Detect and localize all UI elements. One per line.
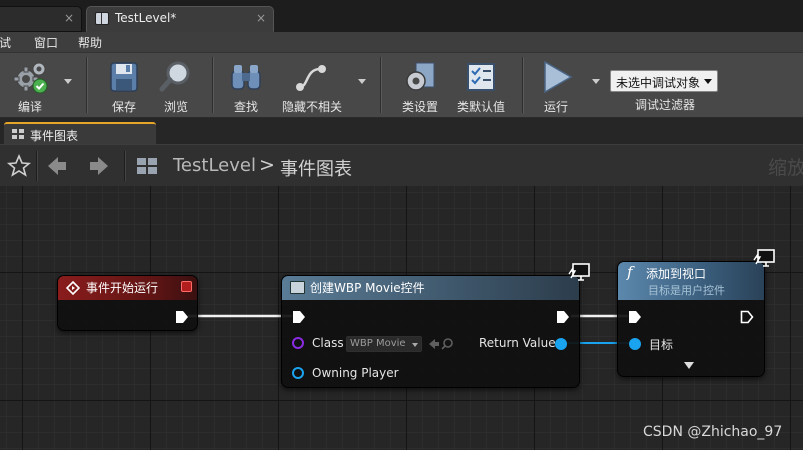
gear-doc-icon (406, 62, 435, 91)
class-pin[interactable] (292, 337, 304, 349)
find-button[interactable]: 查找 (222, 55, 270, 115)
hide-unrelated-label: 隐藏不相关 (281, 100, 342, 114)
class-pin-label: Class (312, 336, 344, 350)
forward-arrow-icon[interactable] (86, 152, 112, 180)
node-header: f 添加到视口 目标是用户控件 (618, 262, 764, 300)
breadcrumb-separator: > (259, 154, 275, 176)
debug-object-value: 未选中调试对象 (616, 76, 701, 90)
magnifier-icon (159, 61, 190, 92)
play-icon (544, 60, 573, 94)
graph-header: TestLevel > 事件图表 缩放 (0, 144, 803, 186)
hide-unrelated-button[interactable]: 隐藏不相关 (278, 55, 346, 115)
title-bar: × TestLevel* × (0, 0, 803, 32)
menu-bar: 试 窗口 帮助 (0, 32, 803, 52)
menu-window[interactable]: 窗口 (34, 34, 58, 51)
checklist-icon (467, 63, 495, 91)
owning-player-label: Owning Player (312, 366, 399, 380)
class-defaults-label: 类默认值 (456, 100, 505, 114)
class-select[interactable]: WBP Movie (346, 336, 422, 352)
close-icon[interactable]: × (64, 11, 74, 25)
tab-event-graph[interactable]: 事件图表 (4, 122, 156, 144)
panel-tab-strip: 事件图表 (0, 118, 803, 144)
target-pin-label: 目标 (649, 338, 674, 352)
node-subtitle: 目标是用户控件 (648, 284, 725, 297)
compile-label: 编译 (17, 100, 42, 114)
zoom-indicator: 缩放 (768, 157, 803, 179)
exec-out-pin[interactable] (175, 310, 189, 324)
event-diamond-icon (66, 281, 80, 295)
save-icon (110, 62, 138, 92)
save-label: 保存 (111, 100, 136, 114)
node-title: 添加到视口 (646, 267, 707, 281)
compile-icon (13, 62, 48, 94)
compile-options-arrow[interactable] (64, 79, 72, 84)
function-icon: f (627, 263, 633, 281)
owning-player-pin[interactable] (292, 367, 304, 379)
use-browse-icons[interactable] (427, 337, 455, 351)
run-button[interactable]: 运行 (530, 55, 582, 115)
node-event-begin-play[interactable]: 事件开始运行 (57, 275, 198, 331)
node-header: 创建WBP Movie控件 (282, 276, 579, 300)
watermark: CSDN @Zhichao_97 (643, 424, 783, 440)
find-label: 查找 (233, 100, 258, 114)
graph-canvas[interactable]: 事件开始运行 创建WBP Movie控件 Class WBP Movie Own… (0, 186, 803, 450)
delegate-pin[interactable] (181, 281, 192, 292)
exec-out-pin[interactable] (556, 310, 570, 324)
node-create-widget[interactable]: 创建WBP Movie控件 Class WBP Movie Owning Pla… (281, 275, 580, 388)
graph-icon (12, 129, 24, 139)
node-title: 创建WBP Movie控件 (310, 281, 425, 295)
browse-button[interactable]: 浏览 (152, 55, 200, 115)
toolbar-separator (86, 57, 87, 113)
hide-unrelated-options-arrow[interactable] (358, 79, 366, 84)
client-server-icon (568, 263, 590, 281)
node-add-to-viewport[interactable]: f 添加到视口 目标是用户控件 目标 (617, 261, 765, 377)
return-value-pin[interactable] (555, 338, 567, 350)
star-icon[interactable] (6, 152, 32, 180)
graph-icon (137, 158, 157, 174)
run-options-arrow[interactable] (592, 79, 600, 84)
exec-in-pin[interactable] (628, 310, 642, 324)
class-settings-button[interactable]: 类设置 (396, 55, 444, 115)
toolbar-separator (212, 57, 213, 113)
class-defaults-button[interactable]: 类默认值 (452, 55, 510, 115)
header-separator (124, 151, 125, 181)
debug-filter-label: 调试过滤器 (634, 98, 695, 112)
class-settings-label: 类设置 (401, 100, 438, 114)
run-label: 运行 (543, 100, 568, 114)
target-pin[interactable] (629, 338, 641, 350)
tab-label: 事件图表 (30, 129, 79, 143)
close-icon[interactable]: × (256, 11, 266, 25)
breadcrumb-graph: 事件图表 (280, 159, 352, 180)
node-header: 事件开始运行 (58, 276, 197, 300)
compile-button[interactable]: 编译 (4, 55, 56, 115)
menu-debug[interactable]: 试 (0, 34, 11, 51)
menu-help[interactable]: 帮助 (78, 34, 102, 51)
save-button[interactable]: 保存 (100, 55, 148, 115)
back-arrow-icon[interactable] (44, 152, 70, 180)
blueprint-book-icon (95, 12, 109, 25)
hide-unrelated-icon (296, 65, 326, 91)
tab-previous[interactable]: × (0, 6, 82, 32)
toolbar-separator (522, 57, 523, 113)
class-select-value: WBP Movie (350, 338, 406, 349)
browse-label: 浏览 (163, 100, 188, 114)
client-server-icon (753, 249, 775, 267)
exec-in-pin[interactable] (292, 310, 306, 324)
exec-out-pin[interactable] (740, 310, 754, 324)
binoculars-icon (231, 65, 261, 90)
tab-testlevel[interactable]: TestLevel* × (86, 6, 274, 32)
expand-arrow-icon[interactable] (684, 362, 694, 369)
return-value-label: Return Value (479, 336, 556, 350)
chevron-down-icon (704, 79, 712, 84)
tab-label: TestLevel* (115, 11, 177, 25)
toolbar-separator (380, 57, 381, 113)
breadcrumb-level[interactable]: TestLevel (173, 155, 256, 176)
toolbar: 编译 保存 浏览 查找 隐藏不相关 类设置 类默认值 运行 未选中调试对象 调试… (0, 52, 803, 118)
chevron-down-icon (412, 343, 418, 347)
node-title: 事件开始运行 (86, 281, 159, 295)
header-separator (36, 151, 37, 181)
widget-icon (290, 281, 305, 294)
debug-object-select[interactable]: 未选中调试对象 (610, 70, 718, 92)
